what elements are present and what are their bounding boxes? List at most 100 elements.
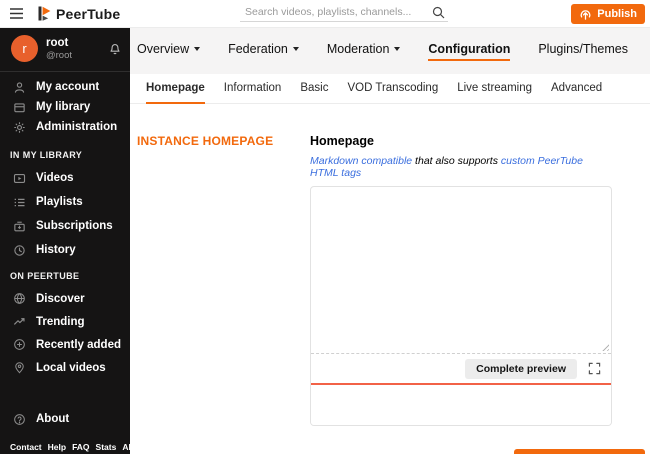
section-title-in-my-library: IN MY LIBRARY bbox=[10, 150, 83, 160]
homepage-textarea[interactable] bbox=[311, 187, 611, 353]
peertube-logo-icon bbox=[38, 6, 51, 21]
sidebar-item-discover[interactable]: Discover bbox=[0, 287, 130, 310]
tab-vod-transcoding[interactable]: VOD Transcoding bbox=[347, 82, 438, 104]
sidebar-item-trending[interactable]: Trending bbox=[0, 310, 130, 333]
tab-homepage[interactable]: Homepage bbox=[146, 82, 205, 104]
user-block: r root @root bbox=[0, 28, 130, 72]
section-title-on-peertube: ON PEERTUBE bbox=[10, 271, 80, 281]
update-configuration-button[interactable]: Update configuration bbox=[514, 449, 645, 454]
history-icon bbox=[12, 244, 26, 257]
sidebar-item-label: My library bbox=[36, 101, 91, 113]
footer-link-help[interactable]: Help bbox=[48, 442, 66, 452]
notification-bell-icon[interactable] bbox=[106, 39, 124, 58]
footer-link-api[interactable]: API bbox=[122, 442, 130, 452]
user-name: root bbox=[46, 36, 69, 49]
form-column: Homepage Markdown compatible that also s… bbox=[310, 134, 612, 426]
sidebar-item-label: History bbox=[36, 244, 76, 256]
sidebar-item-playlists[interactable]: Playlists bbox=[0, 190, 130, 214]
sidebar-item-label: Local videos bbox=[36, 361, 106, 374]
admin-nav-overview[interactable]: Overview bbox=[137, 42, 201, 61]
submit-row: Update configuration bbox=[137, 449, 650, 454]
video-icon bbox=[12, 172, 26, 185]
subscriptions-icon bbox=[12, 220, 26, 233]
complete-preview-button[interactable]: Complete preview bbox=[465, 358, 577, 379]
sidebar: r root @root My account My library Admin… bbox=[0, 28, 130, 454]
sidebar-menu: My account My library Administration IN … bbox=[0, 72, 130, 454]
search-icon[interactable] bbox=[429, 6, 448, 19]
publish-button[interactable]: Publish bbox=[571, 4, 645, 24]
top-header: PeerTube Publish bbox=[0, 0, 650, 28]
search-input[interactable] bbox=[240, 6, 429, 18]
markdown-hint: Markdown compatible that also supports c… bbox=[310, 155, 612, 179]
person-icon bbox=[12, 81, 26, 94]
footer-links-row: Contact Help FAQ Stats API bbox=[10, 441, 130, 453]
question-circle-icon bbox=[12, 413, 26, 426]
config-content: INSTANCE HOMEPAGE Homepage Markdown comp… bbox=[130, 104, 650, 454]
sidebar-item-label: Trending bbox=[36, 315, 85, 328]
upload-icon bbox=[580, 9, 591, 20]
peertube-logo[interactable]: PeerTube bbox=[38, 6, 120, 22]
section-label: INSTANCE HOMEPAGE bbox=[137, 134, 274, 148]
markdown-editor: Complete preview bbox=[310, 186, 612, 426]
textarea-wrap bbox=[311, 187, 611, 354]
main-area: Overview Federation Moderation Configura… bbox=[130, 28, 650, 454]
tab-basic[interactable]: Basic bbox=[300, 82, 328, 104]
fullscreen-icon[interactable] bbox=[587, 361, 602, 376]
caret-down-icon bbox=[292, 46, 299, 51]
map-pin-icon bbox=[12, 361, 26, 374]
tab-live-streaming[interactable]: Live streaming bbox=[457, 82, 532, 104]
config-tabs: Homepage Information Basic VOD Transcodi… bbox=[130, 74, 650, 104]
sidebar-item-label: Playlists bbox=[36, 196, 83, 208]
sidebar-item-label: Recently added bbox=[36, 338, 121, 351]
app-title: PeerTube bbox=[56, 5, 121, 22]
avatar[interactable]: r bbox=[11, 35, 38, 62]
admin-nav: Overview Federation Moderation Configura… bbox=[130, 28, 650, 74]
hint-middle-text: that also supports bbox=[412, 155, 501, 167]
field-label-homepage: Homepage bbox=[310, 134, 374, 148]
sidebar-item-label: My account bbox=[36, 81, 100, 93]
trending-icon bbox=[12, 315, 26, 328]
admin-nav-label: Plugins/Themes bbox=[538, 41, 628, 56]
sidebar-item-recently-added[interactable]: Recently added bbox=[0, 333, 130, 356]
sidebar-item-history[interactable]: History bbox=[0, 238, 130, 262]
sidebar-item-local-videos[interactable]: Local videos bbox=[0, 356, 130, 379]
admin-nav-federation[interactable]: Federation bbox=[228, 42, 299, 61]
admin-nav-plugins-themes[interactable]: Plugins/Themes bbox=[538, 42, 628, 61]
sidebar-item-about[interactable]: About bbox=[0, 408, 130, 430]
markdown-preview-panel bbox=[311, 383, 611, 425]
globe-icon bbox=[12, 292, 26, 305]
sidebar-item-my-library[interactable]: My library bbox=[0, 97, 130, 117]
hamburger-menu-icon[interactable] bbox=[6, 4, 27, 23]
footer-link-contact[interactable]: Contact bbox=[10, 442, 42, 452]
search-box bbox=[240, 3, 448, 22]
sidebar-footer: ContactHelpFAQStatsAPI Keyboard shortcut… bbox=[0, 441, 130, 454]
markdown-compatible-link[interactable]: Markdown compatible bbox=[310, 155, 412, 167]
sidebar-item-my-account[interactable]: My account bbox=[0, 77, 130, 97]
form-grid: INSTANCE HOMEPAGE Homepage Markdown comp… bbox=[137, 134, 650, 426]
plus-circle-icon bbox=[12, 338, 26, 351]
editor-toolbar: Complete preview bbox=[311, 354, 611, 383]
sidebar-item-label: Administration bbox=[36, 121, 118, 133]
user-handle: @root bbox=[46, 49, 73, 61]
tab-information[interactable]: Information bbox=[224, 82, 282, 104]
caret-down-icon bbox=[194, 46, 201, 51]
sidebar-item-administration[interactable]: Administration bbox=[0, 117, 130, 137]
admin-nav-moderation[interactable]: Moderation bbox=[327, 42, 401, 61]
sidebar-item-label: About bbox=[36, 413, 70, 425]
footer-link-stats[interactable]: Stats bbox=[96, 442, 117, 452]
sidebar-item-label: Videos bbox=[36, 172, 74, 184]
sidebar-item-label: Discover bbox=[36, 292, 85, 305]
footer-link-faq[interactable]: FAQ bbox=[72, 442, 89, 452]
admin-nav-label: Federation bbox=[228, 41, 288, 56]
tab-advanced[interactable]: Advanced bbox=[551, 82, 602, 104]
sidebar-item-label: Subscriptions bbox=[36, 220, 113, 232]
admin-nav-configuration[interactable]: Configuration bbox=[428, 41, 511, 61]
sidebar-item-videos[interactable]: Videos bbox=[0, 166, 130, 190]
caret-down-icon bbox=[394, 46, 401, 51]
admin-nav-label: Moderation bbox=[326, 41, 390, 56]
user-names: root @root bbox=[46, 37, 106, 61]
admin-nav-label: Configuration bbox=[428, 41, 511, 56]
publish-label: Publish bbox=[597, 8, 637, 20]
gear-icon bbox=[12, 121, 26, 134]
sidebar-item-subscriptions[interactable]: Subscriptions bbox=[0, 214, 130, 238]
